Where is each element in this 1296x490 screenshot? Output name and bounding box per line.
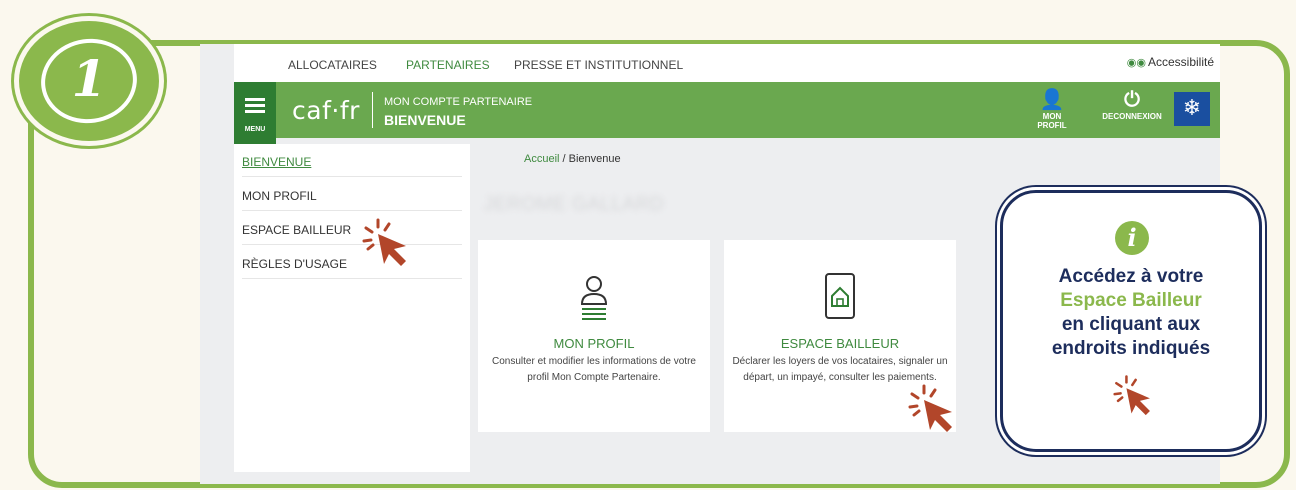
breadcrumb-current: Bienvenue	[568, 153, 621, 165]
info-icon: i	[1115, 221, 1149, 255]
click-pointer-icon	[1113, 375, 1150, 416]
card-title: ESPACE BAILLEUR	[780, 336, 900, 351]
user-icon: 👤	[1039, 89, 1065, 111]
sidebar-item-bienvenue[interactable]: BIENVENUE	[242, 144, 462, 177]
step-badge: 1	[14, 16, 164, 146]
sidebar-item-espace-bailleur[interactable]: ESPACE BAILLEUR	[242, 212, 462, 245]
breadcrumb: Accueil / Bienvenue	[524, 153, 621, 165]
logout-button-label: DECONNEXION	[1102, 112, 1162, 121]
card-description: Consulter et modifier les informations d…	[492, 356, 696, 383]
nav-presse[interactable]: PRESSE ET INSTITUTIONNEL	[514, 58, 683, 72]
info-line-3: en cliquant aux	[1061, 314, 1201, 335]
user-name-blurred: JEROME GALLARD	[484, 194, 665, 215]
accessibility-link[interactable]: ◉◉ Accessibilité	[1127, 55, 1214, 69]
breadcrumb-separator: /	[562, 153, 566, 165]
sidebar: BIENVENUE MON PROFIL ESPACE BAILLEUR RÈG…	[234, 144, 470, 472]
info-line-2: Espace Bailleur	[1060, 290, 1202, 311]
header-bar: MENU caf·fr MON COMPTE PARTENAIRE BIENVE…	[234, 82, 1220, 144]
info-line-1: Accédez à votre	[1058, 266, 1204, 287]
logout-button[interactable]: ⏻ DECONNEXION	[1096, 88, 1168, 121]
step-number: 1	[71, 49, 107, 108]
accessibility-icon: ◉◉	[1126, 57, 1146, 69]
card-mon-profil[interactable]: MON PROFIL Consulter et modifier les inf…	[478, 240, 710, 432]
profile-card-icon	[580, 276, 608, 320]
card-title: MON PROFIL	[553, 336, 635, 351]
menu-button[interactable]: MENU	[234, 82, 276, 144]
hamburger-icon	[245, 98, 265, 101]
click-pointer-icon	[362, 218, 406, 266]
republique-logo: ❄	[1174, 92, 1210, 126]
info-callout: i Accédez à votre Espace Bailleur en cli…	[1000, 190, 1262, 452]
info-line-4: endroits indiqués	[1051, 338, 1211, 359]
nav-allocataires[interactable]: ALLOCATAIRES	[288, 58, 377, 72]
profile-button-label: MON PROFIL	[1037, 112, 1067, 130]
nav-partenaires[interactable]: PARTENAIRES	[406, 58, 490, 72]
caf-logo[interactable]: caf·fr	[292, 96, 360, 125]
power-icon: ⏻	[1124, 89, 1140, 111]
accessibility-label: Accessibilité	[1147, 55, 1214, 69]
profile-button[interactable]: 👤 MON PROFIL	[1034, 88, 1070, 130]
house-tablet-icon	[825, 273, 855, 319]
menu-label: MENU	[244, 126, 266, 133]
logo-divider	[372, 92, 373, 128]
account-label: MON COMPTE PARTENAIRE	[384, 96, 533, 108]
sidebar-item-mon-profil[interactable]: MON PROFIL	[242, 178, 462, 211]
sidebar-item-regles-usage[interactable]: RÈGLES D'USAGE	[242, 246, 462, 279]
click-pointer-icon	[908, 384, 952, 432]
top-navigation: ALLOCATAIRES PARTENAIRES PRESSE ET INSTI…	[234, 44, 1220, 82]
welcome-title: BIENVENUE	[384, 112, 466, 128]
breadcrumb-home[interactable]: Accueil	[524, 153, 559, 165]
